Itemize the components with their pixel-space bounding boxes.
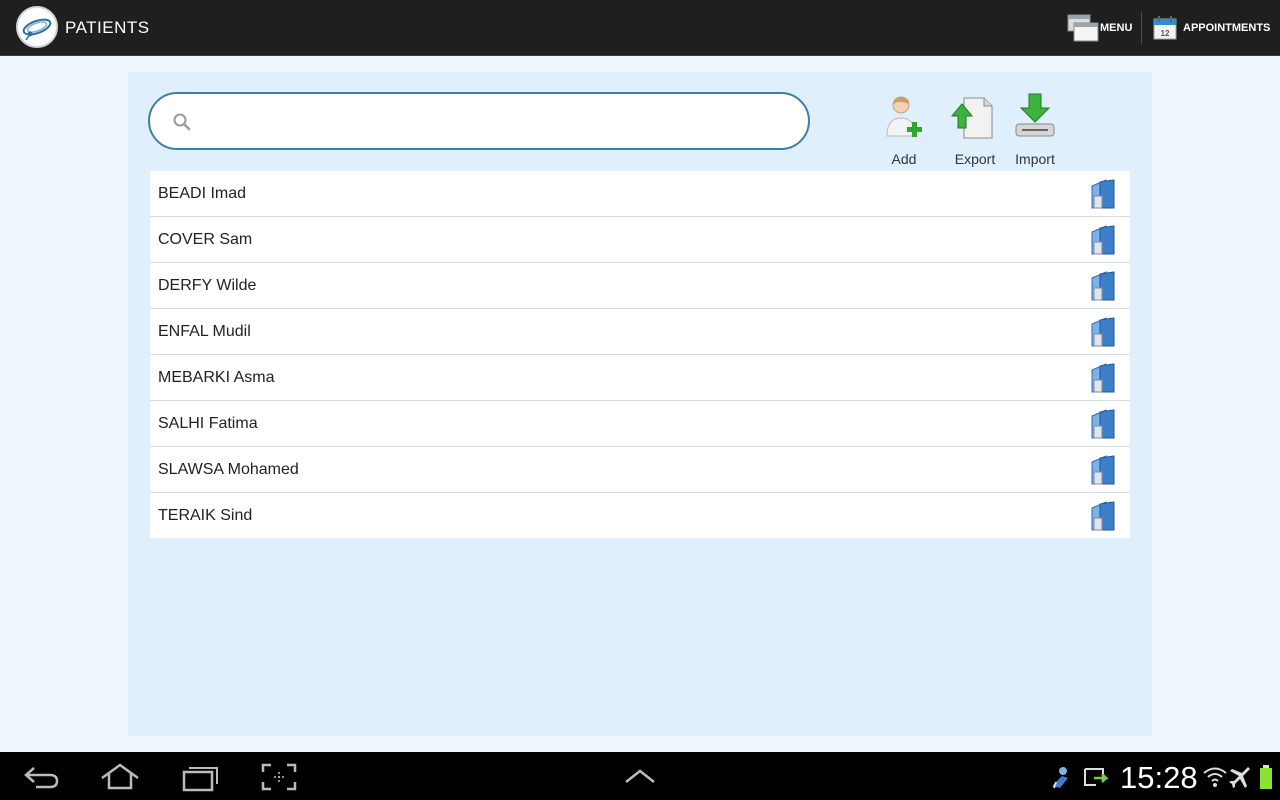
- appointments-label: APPOINTMENTS: [1183, 22, 1271, 34]
- notification-app-icon[interactable]: [1048, 764, 1074, 790]
- patient-name: SLAWSA Mohamed: [158, 460, 299, 478]
- import-label: Import: [1015, 151, 1055, 167]
- folder-icon[interactable]: [1088, 178, 1118, 210]
- list-item[interactable]: COVER Sam: [150, 217, 1130, 263]
- sync-icon[interactable]: [1082, 764, 1108, 790]
- list-item[interactable]: DERFY Wilde: [150, 263, 1130, 309]
- add-patient-button[interactable]: Add: [872, 92, 936, 167]
- patients-panel: Add Export Import BEADI Imad COVER Sam D…: [128, 72, 1152, 736]
- wifi-icon: [1203, 767, 1227, 787]
- import-button[interactable]: Import: [1003, 92, 1067, 167]
- chevron-up-icon[interactable]: [620, 762, 660, 792]
- calendar-icon: 12: [1153, 16, 1177, 40]
- patient-name: MEBARKI Asma: [158, 368, 275, 386]
- svg-text:12: 12: [1161, 29, 1170, 38]
- recent-apps-icon[interactable]: [180, 762, 220, 792]
- list-item[interactable]: BEADI Imad: [150, 171, 1130, 217]
- folder-icon[interactable]: [1088, 316, 1118, 348]
- system-bar: 15:28: [0, 752, 1280, 800]
- action-divider: [1141, 12, 1142, 44]
- home-icon[interactable]: [100, 762, 140, 792]
- list-item[interactable]: SLAWSA Mohamed: [150, 447, 1130, 493]
- folder-icon[interactable]: [1088, 270, 1118, 302]
- patient-name: ENFAL Mudil: [158, 322, 251, 340]
- app-logo-icon[interactable]: [16, 6, 58, 48]
- patient-name: SALHI Fatima: [158, 414, 258, 432]
- list-item[interactable]: ENFAL Mudil: [150, 309, 1130, 355]
- search-input[interactable]: [206, 104, 786, 138]
- patient-name: DERFY Wilde: [158, 276, 257, 294]
- screenshot-icon[interactable]: [259, 762, 299, 792]
- appointments-button[interactable]: 12 APPOINTMENTS: [1152, 10, 1270, 46]
- back-icon[interactable]: [22, 762, 62, 792]
- folder-icon[interactable]: [1088, 224, 1118, 256]
- menu-button[interactable]: MENU: [1066, 10, 1132, 46]
- folder-icon[interactable]: [1088, 454, 1118, 486]
- menu-label: MENU: [1100, 22, 1133, 34]
- patient-list: BEADI Imad COVER Sam DERFY Wilde ENFAL M…: [150, 171, 1130, 538]
- folder-icon[interactable]: [1088, 500, 1118, 532]
- airplane-mode-icon: [1229, 767, 1250, 788]
- action-bar: PATIENTS MENU 12 APPOINTMENTS: [0, 0, 1280, 56]
- windows-icon: [1067, 14, 1099, 42]
- folder-icon[interactable]: [1088, 362, 1118, 394]
- patient-name: TERAIK Sind: [158, 506, 253, 524]
- add-user-icon: [886, 96, 922, 137]
- export-label: Export: [954, 151, 996, 167]
- list-item[interactable]: TERAIK Sind: [150, 493, 1130, 538]
- export-button[interactable]: Export: [943, 92, 1007, 167]
- battery-icon: [1260, 765, 1272, 789]
- list-item[interactable]: SALHI Fatima: [150, 401, 1130, 447]
- folder-icon[interactable]: [1088, 408, 1118, 440]
- add-label: Add: [891, 151, 917, 167]
- clock: 15:28: [1120, 760, 1198, 795]
- page-title: PATIENTS: [65, 18, 150, 37]
- search-icon: [173, 113, 191, 131]
- patient-name: COVER Sam: [158, 230, 253, 248]
- export-document-icon: [950, 97, 993, 139]
- list-item[interactable]: MEBARKI Asma: [150, 355, 1130, 401]
- search-box[interactable]: [148, 92, 810, 150]
- import-download-icon: [1015, 93, 1055, 137]
- patient-name: BEADI Imad: [158, 184, 247, 202]
